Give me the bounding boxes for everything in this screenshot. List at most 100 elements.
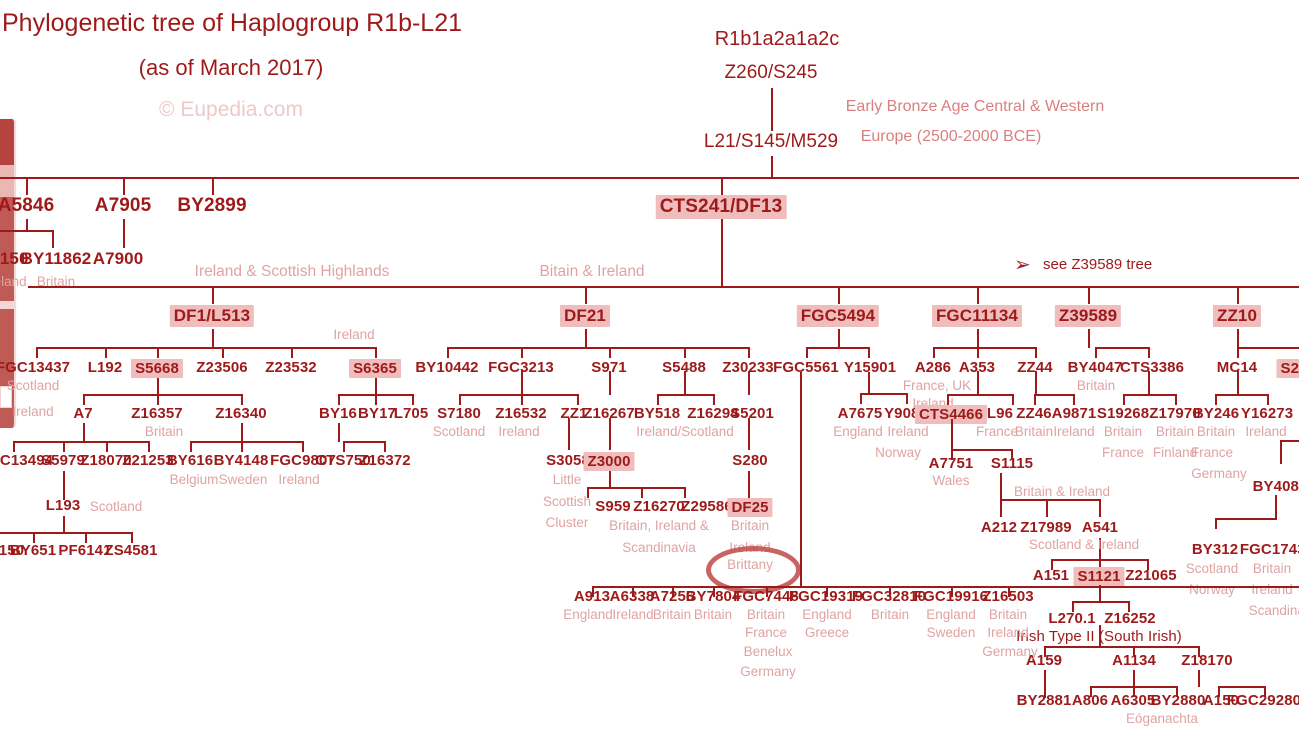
node-a9871: A9871 xyxy=(1051,405,1097,422)
edge-s280-to-df25 xyxy=(748,471,750,498)
stub-by616 xyxy=(190,441,192,452)
node-s5979: S5979 xyxy=(41,452,85,469)
bus-df21 xyxy=(447,347,749,349)
bus-mc14 xyxy=(1215,394,1268,396)
stub-a7905 xyxy=(123,177,125,195)
node-s5201: S5201 xyxy=(730,405,774,422)
edge-cts4466-down xyxy=(951,419,953,450)
stub-s971 xyxy=(609,347,611,358)
panel-segment-2 xyxy=(0,165,14,197)
region-by312: Scotland xyxy=(1185,561,1239,576)
node-a541: A541 xyxy=(1081,519,1119,536)
stub-by17 xyxy=(375,394,377,405)
region-z16532: Ireland xyxy=(498,424,540,439)
edge-a7905-to-a7900 xyxy=(123,219,125,248)
node-z3000: Z3000 xyxy=(583,452,635,471)
bus-l21 xyxy=(0,177,1299,179)
node-z21065: Z21065 xyxy=(1125,567,1177,584)
region-a7256: Britain xyxy=(652,607,692,622)
node-z16532: Z16532 xyxy=(495,405,547,422)
node-by17: BY17 xyxy=(358,405,396,422)
node-by246: BY246 xyxy=(1192,405,1240,422)
node-z18170: Z18170 xyxy=(1181,652,1233,669)
region-fgc19319: England xyxy=(802,607,852,622)
edge-to-by4086 xyxy=(1280,440,1282,464)
stub-zz1 xyxy=(577,394,579,405)
panel-segment-1 xyxy=(0,119,14,165)
edge-by16-down xyxy=(338,423,340,442)
edge-z30233-down xyxy=(748,371,750,395)
edge-z18170-down xyxy=(1198,670,1200,687)
bus-z16340 xyxy=(190,441,303,443)
edge-zz1-to-s3058 xyxy=(568,418,570,450)
stub-z16294 xyxy=(713,394,715,405)
region-a6338: Ireland xyxy=(612,607,654,622)
edge-mc14-down xyxy=(1237,371,1239,395)
stub-by312 xyxy=(1215,518,1217,529)
stub-z21253 xyxy=(148,441,150,452)
node-df25: DF25 xyxy=(727,498,773,517)
stub-by11862 xyxy=(52,230,54,248)
node-by2881: BY2881 xyxy=(1016,692,1072,709)
stub-df1 xyxy=(212,286,214,304)
stub-z17989 xyxy=(1046,499,1048,517)
edge-fgc11134-down xyxy=(977,329,979,348)
bus-s5488 xyxy=(657,394,714,396)
stub-zz44 xyxy=(1035,347,1037,358)
region-y9089: Ireland xyxy=(887,424,929,439)
bus-s5668 xyxy=(83,394,242,396)
node-by616: BY616 xyxy=(166,452,214,469)
node-z29586: Z29586 xyxy=(681,498,733,515)
edge-s1115-down xyxy=(1000,473,1002,500)
era-label-line2: Europe (2500-2000 BCE) xyxy=(860,128,1042,145)
node-by4086: BY4086 xyxy=(1252,478,1299,495)
region-s3058-little: Little xyxy=(552,472,582,487)
region-fgc19319-greece: Greece xyxy=(804,625,850,640)
stub-by10442 xyxy=(447,347,449,358)
node-s1121: S1121 xyxy=(1073,567,1125,586)
edge-z16267-to-z3000 xyxy=(609,418,611,450)
region-ireland-scottish-highlands: Ireland & Scottish Highlands xyxy=(194,263,390,280)
see-z39589-tree-note: see Z39589 tree xyxy=(1043,256,1153,273)
node-by2880: BY2880 xyxy=(1150,692,1206,709)
stub-a5846 xyxy=(26,177,28,195)
node-a151: A151 xyxy=(1032,567,1070,584)
node-a7: A7 xyxy=(73,405,93,422)
stub-fgc13494 xyxy=(13,441,15,452)
node-s7180: S7180 xyxy=(437,405,481,422)
stub-y15901 xyxy=(868,347,870,358)
stub-l96 xyxy=(1012,394,1014,405)
stub-by4148 xyxy=(241,441,243,452)
region-y9089-norway: Norway xyxy=(875,445,921,460)
bus-a7 xyxy=(13,441,149,443)
stub-z16372 xyxy=(384,441,386,452)
region-a286: France, UK xyxy=(902,378,972,393)
node-by4148: BY4148 xyxy=(213,452,269,469)
node-l193: L193 xyxy=(45,497,81,514)
region-z16503: Britain xyxy=(988,607,1028,622)
node-z17989: Z17989 xyxy=(1020,519,1072,536)
edge-irish-type-ii-down xyxy=(1099,625,1101,647)
node-df1-l513: DF1/L513 xyxy=(169,305,255,327)
edge-s5979-to-l193 xyxy=(63,471,65,500)
edge-z16340-down xyxy=(241,423,243,442)
stub-y9089 xyxy=(906,393,908,404)
region-l96: France xyxy=(975,424,1019,439)
stub-df21 xyxy=(585,286,587,304)
node-s1115: S1115 xyxy=(990,455,1034,472)
node-a7900: A7900 xyxy=(92,249,144,268)
panel-segment-4 xyxy=(0,301,14,309)
region-fgc32810: Britain xyxy=(870,607,910,622)
edge-fgc3213-down xyxy=(521,371,523,395)
region-z17970: Britain xyxy=(1155,424,1195,439)
node-cts241-df13: CTS241/DF13 xyxy=(655,195,787,219)
region-by246-germany: Germany xyxy=(1191,466,1247,481)
bus-zz10 xyxy=(1237,347,1299,349)
node-fgc5561: FGC5561 xyxy=(773,359,839,376)
region-a7675: England xyxy=(833,424,883,439)
node-s6365: S6365 xyxy=(349,359,401,378)
region-by616: Belgium xyxy=(169,472,219,487)
region-by4148: Sweden xyxy=(218,472,268,487)
node-fgc29280: FGC29280 xyxy=(1226,692,1299,709)
node-cts3386: CTS3386 xyxy=(1119,359,1185,376)
